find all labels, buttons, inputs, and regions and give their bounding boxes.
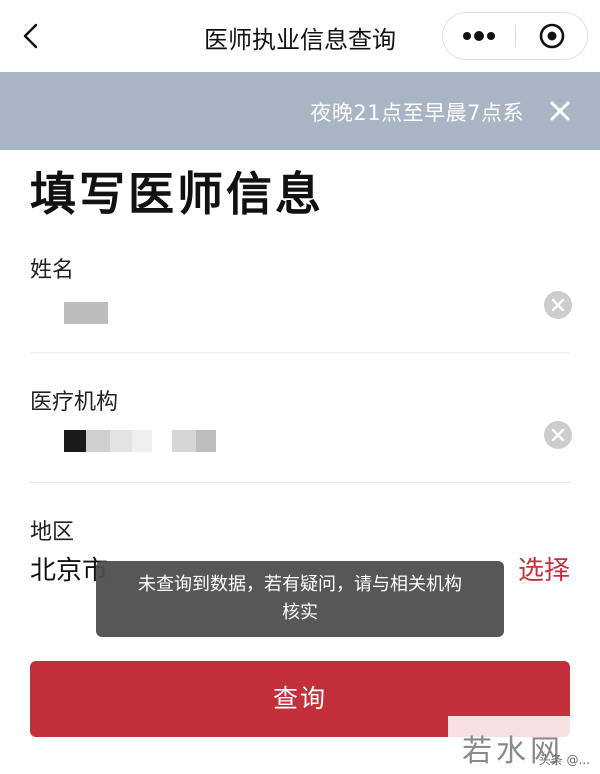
clear-icon (551, 428, 565, 442)
divider (30, 352, 570, 353)
toast-message: 未查询到数据，若有疑问，请与相关机构 核实 (96, 561, 504, 637)
institution-label: 医疗机构 (30, 390, 119, 415)
page: 医师执业信息查询 夜晚21点至早晨7点系 填写医师信息 姓名 医疗机构 地区 北… (0, 0, 600, 774)
institution-clear-button[interactable] (544, 421, 572, 449)
clear-icon (551, 298, 565, 312)
name-value-mask (64, 302, 108, 324)
chevron-left-icon (23, 23, 38, 49)
institution-value-mask (110, 430, 132, 452)
watermark-subtext: 头条 @... (538, 753, 590, 767)
name-input[interactable] (30, 290, 530, 334)
institution-value-mask (86, 430, 110, 452)
region-choose-button[interactable]: 选择 (518, 550, 570, 587)
navbar: 医师执业信息查询 (0, 0, 600, 72)
back-button[interactable] (14, 18, 50, 54)
notice-text: 夜晚21点至早晨7点系 (310, 101, 524, 125)
institution-value-mask (132, 430, 152, 452)
divider (30, 482, 570, 483)
close-miniprogram-button[interactable] (517, 13, 587, 59)
banner-close-button[interactable] (544, 95, 576, 127)
more-button[interactable] (443, 13, 515, 59)
target-icon (539, 23, 565, 49)
name-label: 姓名 (30, 258, 75, 283)
watermark: 若水网 头条 @... (448, 716, 600, 774)
institution-value-mask (196, 430, 216, 452)
capsule-divider (515, 25, 516, 47)
name-clear-button[interactable] (544, 291, 572, 319)
toast-line: 未查询到数据，若有疑问，请与相关机构 (138, 574, 462, 595)
region-label: 地区 (30, 520, 75, 545)
more-dots-icon (463, 31, 495, 41)
institution-value-mask (64, 430, 86, 452)
toast-line: 核实 (282, 602, 318, 623)
notice-banner: 夜晚21点至早晨7点系 (0, 72, 600, 150)
institution-input[interactable] (30, 418, 530, 462)
capsule-menu (442, 12, 588, 60)
form-heading: 填写医师信息 (30, 167, 324, 221)
close-icon (550, 101, 570, 121)
institution-value-mask (172, 430, 196, 452)
